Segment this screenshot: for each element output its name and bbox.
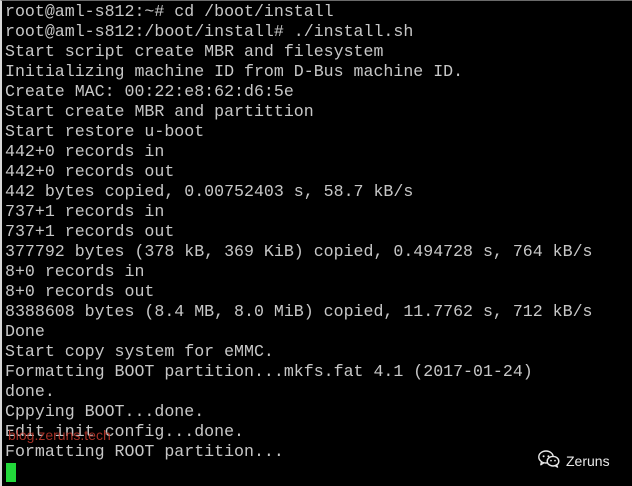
terminal-line: Done xyxy=(5,322,45,341)
terminal-line: root@aml-s812:/boot/install# ./install.s… xyxy=(5,22,414,41)
terminal-line: Initializing machine ID from D-Bus machi… xyxy=(5,62,464,81)
terminal-line: Formatting BOOT partition...mkfs.fat 4.1… xyxy=(5,362,533,381)
terminal-line: 377792 bytes (378 kB, 369 KiB) copied, 0… xyxy=(5,242,593,261)
terminal-line: 8+0 records out xyxy=(5,282,155,301)
terminal-line: Cppying BOOT...done. xyxy=(5,402,205,421)
terminal-line: Formatting ROOT partition... xyxy=(5,442,284,461)
terminal-window[interactable]: root@aml-s812:~# cd /boot/install root@a… xyxy=(0,0,632,486)
terminal-line: 442 bytes copied, 0.00752403 s, 58.7 kB/… xyxy=(5,182,414,201)
brand-watermark: Zeruns xyxy=(538,449,610,473)
terminal-line: Create MAC: 00:22:e8:62:d6:5e xyxy=(5,82,294,101)
terminal-line: 737+1 records in xyxy=(5,202,165,221)
terminal-line: 442+0 records out xyxy=(5,162,175,181)
terminal-line: 737+1 records out xyxy=(5,222,175,241)
terminal-line: 8388608 bytes (8.4 MB, 8.0 MiB) copied, … xyxy=(5,302,593,321)
terminal-line: Start create MBR and partittion xyxy=(5,102,314,121)
terminal-line: Start copy system for eMMC. xyxy=(5,342,274,361)
terminal-output: root@aml-s812:~# cd /boot/install root@a… xyxy=(5,2,593,462)
terminal-line: 442+0 records in xyxy=(5,142,165,161)
terminal-line: Start script create MBR and filesystem xyxy=(5,42,384,61)
wechat-icon xyxy=(538,449,560,473)
terminal-line: Start restore u-boot xyxy=(5,122,205,141)
site-watermark: blog.zeruns.tech xyxy=(8,427,111,443)
terminal-cursor xyxy=(6,463,16,482)
brand-name: Zeruns xyxy=(566,453,610,469)
terminal-line: 8+0 records in xyxy=(5,262,145,281)
terminal-line: root@aml-s812:~# cd /boot/install xyxy=(5,2,334,21)
terminal-line: done. xyxy=(5,382,55,401)
